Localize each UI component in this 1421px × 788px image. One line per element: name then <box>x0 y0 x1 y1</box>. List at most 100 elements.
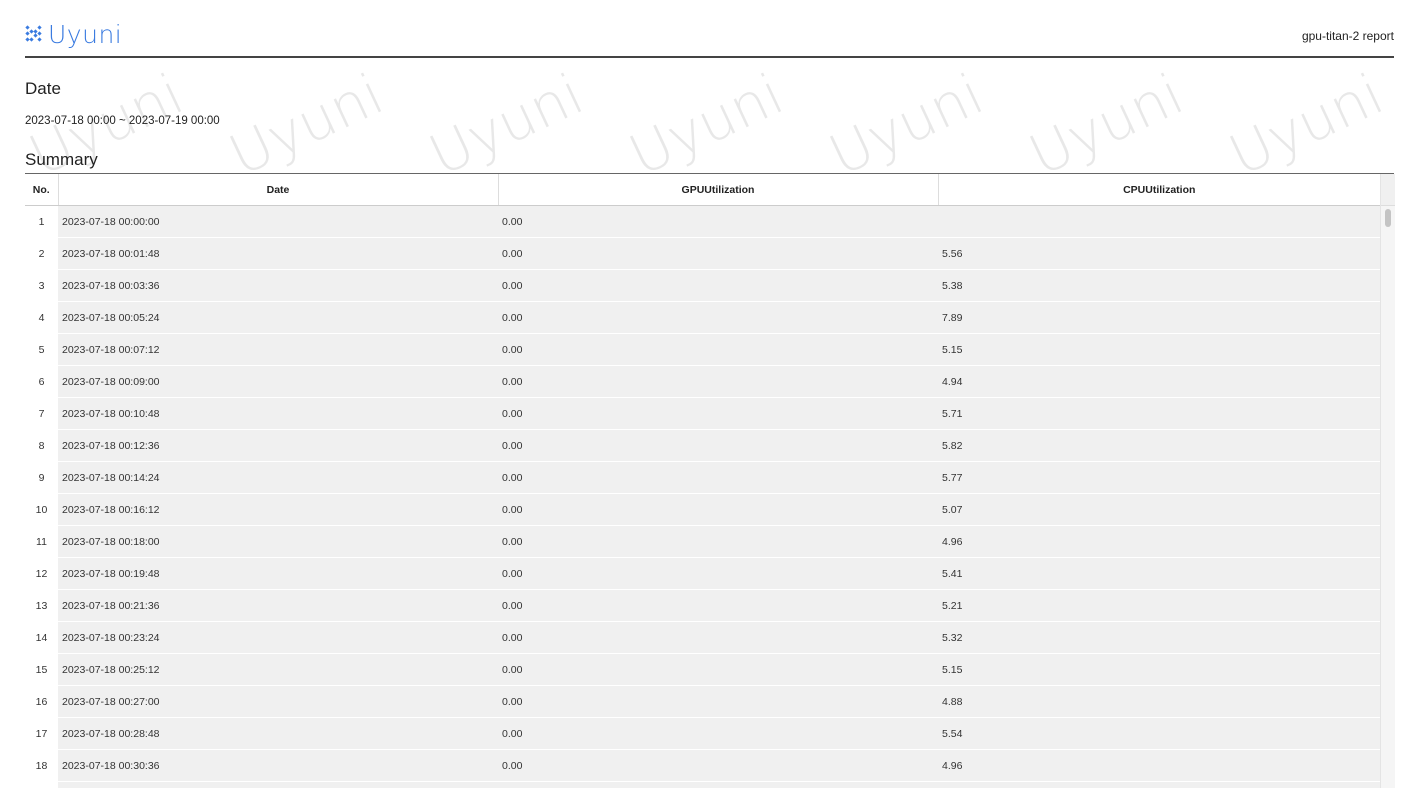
row-gpu-utilization: 0.00 <box>498 525 938 558</box>
table-row[interactable]: 2 2023-07-18 00:01:48 0.00 5.56 <box>25 237 1380 270</box>
summary-table-body: 1 2023-07-18 00:00:00 0.00 2 2023-07-18 00:0… <box>25 205 1380 788</box>
row-gpu-utilization: 0.00 <box>498 717 938 750</box>
row-gpu-utilization: 0.00 <box>498 237 938 270</box>
row-cpu-utilization: 5.82 <box>938 429 1380 462</box>
report-header: Uyuni gpu-titan-2 report <box>25 18 1394 58</box>
table-row[interactable]: 9 2023-07-18 00:14:24 0.00 5.77 <box>25 461 1380 494</box>
table-row[interactable]: 17 2023-07-18 00:28:48 0.00 5.54 <box>25 717 1380 750</box>
table-row[interactable]: 16 2023-07-18 00:27:00 0.00 4.88 <box>25 685 1380 718</box>
scrollbar-thumb[interactable] <box>1385 209 1391 227</box>
row-gpu-utilization: 0.00 <box>498 397 938 430</box>
row-number: 2 <box>25 237 58 270</box>
row-gpu-utilization <box>498 781 938 788</box>
row-number <box>25 781 58 788</box>
row-date: 2023-07-18 00:16:12 <box>58 493 498 526</box>
row-number: 3 <box>25 269 58 302</box>
table-row[interactable]: 14 2023-07-18 00:23:24 0.00 5.32 <box>25 621 1380 654</box>
table-row[interactable]: 5 2023-07-18 00:07:12 0.00 5.15 <box>25 333 1380 366</box>
row-number: 8 <box>25 429 58 462</box>
row-gpu-utilization: 0.00 <box>498 205 938 238</box>
watermark: Uyuni <box>620 62 794 189</box>
report-page: Uyuni Uyuni Uyuni Uyuni Uyuni Uyuni Uyun… <box>0 0 1421 788</box>
row-cpu-utilization: 5.71 <box>938 397 1380 430</box>
row-number: 10 <box>25 493 58 526</box>
row-cpu-utilization <box>938 781 1380 788</box>
table-row[interactable]: 8 2023-07-18 00:12:36 0.00 5.82 <box>25 429 1380 462</box>
row-cpu-utilization: 5.54 <box>938 717 1380 750</box>
table-row[interactable]: 3 2023-07-18 00:03:36 0.00 5.38 <box>25 269 1380 302</box>
row-date: 2023-07-18 00:09:00 <box>58 365 498 398</box>
row-gpu-utilization: 0.00 <box>498 557 938 590</box>
row-cpu-utilization: 4.96 <box>938 749 1380 782</box>
row-cpu-utilization: 5.15 <box>938 333 1380 366</box>
summary-table: No. Date GPUUtilization CPUUtilization 1… <box>25 174 1380 788</box>
row-gpu-utilization: 0.00 <box>498 333 938 366</box>
row-gpu-utilization: 0.00 <box>498 365 938 398</box>
column-header-gpu-utilization[interactable]: GPUUtilization <box>498 174 939 206</box>
table-header-row: No. Date GPUUtilization CPUUtilization <box>25 174 1380 206</box>
summary-table-container[interactable]: No. Date GPUUtilization CPUUtilization 1… <box>25 173 1394 788</box>
table-row[interactable]: 15 2023-07-18 00:25:12 0.00 5.15 <box>25 653 1380 686</box>
table-row[interactable]: 1 2023-07-18 00:00:00 0.00 <box>25 205 1380 238</box>
row-date: 2023-07-18 00:10:48 <box>58 397 498 430</box>
row-gpu-utilization: 0.00 <box>498 621 938 654</box>
row-date: 2023-07-18 00:01:48 <box>58 237 498 270</box>
row-date: 2023-07-18 00:23:24 <box>58 621 498 654</box>
scrollbar-header <box>1381 174 1395 206</box>
row-number: 7 <box>25 397 58 430</box>
row-cpu-utilization: 5.38 <box>938 269 1380 302</box>
row-gpu-utilization: 0.00 <box>498 493 938 526</box>
logo: Uyuni <box>25 21 122 49</box>
watermark: Uyuni <box>820 62 994 189</box>
table-row[interactable] <box>25 781 1380 788</box>
table-row[interactable]: 7 2023-07-18 00:10:48 0.00 5.71 <box>25 397 1380 430</box>
table-row[interactable]: 12 2023-07-18 00:19:48 0.00 5.41 <box>25 557 1380 590</box>
row-date <box>58 781 498 788</box>
date-range: 2023-07-18 00:00 ~ 2023-07-19 00:00 <box>25 115 220 127</box>
row-number: 1 <box>25 205 58 238</box>
watermark: Uyuni <box>220 62 394 189</box>
watermark: Uyuni <box>1020 62 1194 189</box>
row-date: 2023-07-18 00:14:24 <box>58 461 498 494</box>
column-header-no[interactable]: No. <box>25 174 59 206</box>
row-gpu-utilization: 0.00 <box>498 685 938 718</box>
table-row[interactable]: 6 2023-07-18 00:09:00 0.00 4.94 <box>25 365 1380 398</box>
uyuni-logo-icon <box>25 25 45 45</box>
row-gpu-utilization: 0.00 <box>498 749 938 782</box>
table-row[interactable]: 4 2023-07-18 00:05:24 0.00 7.89 <box>25 301 1380 334</box>
row-cpu-utilization: 5.32 <box>938 621 1380 654</box>
row-gpu-utilization: 0.00 <box>498 429 938 462</box>
row-cpu-utilization: 4.96 <box>938 525 1380 558</box>
row-cpu-utilization: 5.77 <box>938 461 1380 494</box>
row-date: 2023-07-18 00:05:24 <box>58 301 498 334</box>
row-cpu-utilization <box>938 205 1380 238</box>
watermark: Uyuni <box>1220 62 1394 189</box>
column-header-cpu-utilization[interactable]: CPUUtilization <box>938 174 1380 206</box>
row-cpu-utilization: 5.21 <box>938 589 1380 622</box>
row-date: 2023-07-18 00:27:00 <box>58 685 498 718</box>
row-cpu-utilization: 5.15 <box>938 653 1380 686</box>
date-section-title: Date <box>25 79 61 98</box>
row-date: 2023-07-18 00:19:48 <box>58 557 498 590</box>
table-row[interactable]: 10 2023-07-18 00:16:12 0.00 5.07 <box>25 493 1380 526</box>
row-date: 2023-07-18 00:12:36 <box>58 429 498 462</box>
table-row[interactable]: 11 2023-07-18 00:18:00 0.00 4.96 <box>25 525 1380 558</box>
table-row[interactable]: 13 2023-07-18 00:21:36 0.00 5.21 <box>25 589 1380 622</box>
row-gpu-utilization: 0.00 <box>498 589 938 622</box>
row-number: 5 <box>25 333 58 366</box>
row-number: 17 <box>25 717 58 750</box>
table-scrollbar[interactable] <box>1380 174 1395 788</box>
row-gpu-utilization: 0.00 <box>498 301 938 334</box>
row-cpu-utilization: 5.41 <box>938 557 1380 590</box>
row-date: 2023-07-18 00:28:48 <box>58 717 498 750</box>
column-header-date[interactable]: Date <box>58 174 499 206</box>
row-gpu-utilization: 0.00 <box>498 653 938 686</box>
row-gpu-utilization: 0.00 <box>498 461 938 494</box>
row-number: 14 <box>25 621 58 654</box>
row-number: 4 <box>25 301 58 334</box>
table-row[interactable]: 18 2023-07-18 00:30:36 0.00 4.96 <box>25 749 1380 782</box>
row-date: 2023-07-18 00:25:12 <box>58 653 498 686</box>
row-date: 2023-07-18 00:07:12 <box>58 333 498 366</box>
row-date: 2023-07-18 00:03:36 <box>58 269 498 302</box>
row-cpu-utilization: 7.89 <box>938 301 1380 334</box>
